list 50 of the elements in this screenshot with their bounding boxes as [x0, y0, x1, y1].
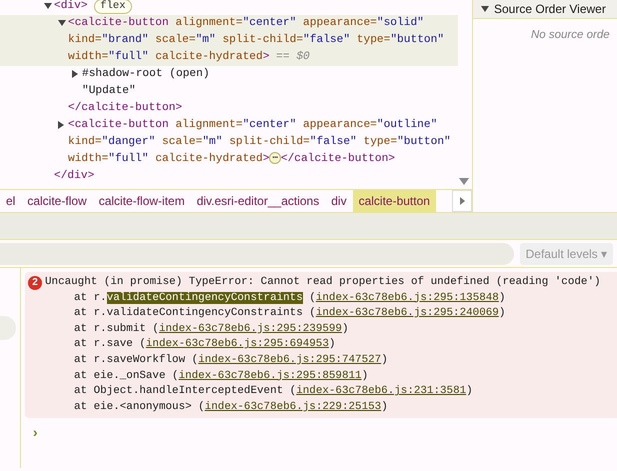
element-close-tag: </div>: [54, 170, 94, 182]
source-link[interactable]: index-63c78eb6.js:295:694953: [146, 338, 329, 350]
text-node-label: "Update": [82, 85, 136, 97]
stack-frame-text: ): [498, 307, 506, 320]
stack-frame-text: at r.submit (: [74, 322, 159, 335]
scroll-right-button[interactable]: [452, 190, 472, 212]
stack-frame-text: ): [342, 322, 349, 335]
expand-triangle-icon[interactable]: [44, 3, 52, 9]
breadcrumb-item[interactable]: div: [325, 190, 353, 212]
console-prompt[interactable]: ›: [25, 418, 617, 446]
stack-frame-text: at eie._onSave (: [74, 370, 179, 382]
stack-frame-text: at Object.handleInterceptedEvent (: [74, 385, 296, 398]
source-link[interactable]: index-63c78eb6.js:295:239599: [158, 322, 342, 335]
source-link[interactable]: index-63c78eb6.js:295:135848: [316, 292, 499, 304]
error-text: Uncaught (in promise) TypeError: Cannot read properties of undefined (reading 'code'): [45, 275, 601, 290]
stack-frame-text: ): [328, 338, 336, 350]
stack-frame-text: ): [498, 292, 506, 304]
breadcrumb-item[interactable]: calcite-flow-item: [92, 190, 191, 212]
section-header[interactable]: Source Order Viewer: [473, 0, 617, 19]
stack-frame-text: at r.validateContingencyConstraints (: [74, 307, 316, 320]
collapse-triangle-icon[interactable]: [72, 70, 78, 78]
stack-frame-text: ): [381, 354, 388, 366]
flex-badge[interactable]: flex: [94, 0, 132, 14]
element-tag-text[interactable]: <div>: [54, 0, 88, 15]
shadow-root-label[interactable]: #shadow-root (open): [82, 68, 210, 80]
breadcrumb-item[interactable]: calcite-button: [352, 190, 436, 212]
element-close-tag: </calcite-button>: [68, 102, 182, 114]
stack-frame-text: at r.save (: [74, 338, 146, 350]
source-link[interactable]: index-63c78eb6.js:295:859811: [178, 370, 362, 382]
stack-frame-text: ): [466, 385, 473, 398]
stack-frame-text: ): [362, 370, 368, 382]
source-link[interactable]: index-63c78eb6.js:229:25153: [204, 400, 382, 413]
collapse-triangle-icon[interactable]: [58, 121, 64, 129]
breadcrumb-item[interactable]: div.esri-editor__actions: [190, 190, 326, 212]
stack-frame-text: ): [381, 400, 388, 413]
source-link[interactable]: index-63c78eb6.js:295:747527: [198, 354, 382, 366]
filter-field[interactable]: [0, 242, 514, 264]
expand-triangle-icon[interactable]: [481, 6, 489, 12]
source-link[interactable]: index-63c78eb6.js:231:3581: [296, 385, 466, 398]
breadcrumb-item[interactable]: calcite-flow: [21, 190, 93, 212]
stack-frame-text: at eie.<anonymous> (: [74, 400, 205, 413]
breadcrumb-item[interactable]: el: [0, 190, 22, 212]
empty-message: No source orde: [530, 28, 611, 43]
stack-frame-text: at r.validateContingencyConstraints (: [74, 292, 316, 304]
element-tag-text[interactable]: <calcite-button alignment="center" appearance="outline" kind="danger" scale="m" split-child="false" type="button" width="full" calcite-hydrated> ⋯ </calcite-button>: [68, 117, 458, 168]
expand-triangle-icon[interactable]: [58, 20, 66, 26]
source-link[interactable]: index-63c78eb6.js:295:240069: [316, 307, 499, 320]
section-title: Source Order Viewer: [494, 1, 606, 18]
stack-frame-text: at r.saveWorkflow (: [74, 354, 198, 366]
error-count-badge: 2: [28, 276, 42, 290]
